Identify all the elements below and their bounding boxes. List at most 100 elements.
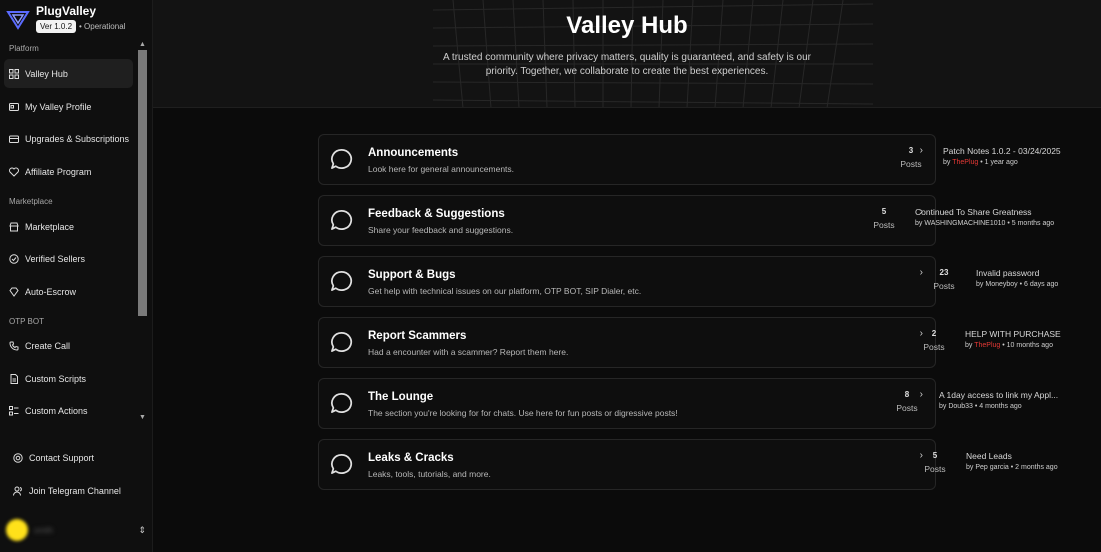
- forum-card[interactable]: Leaks & Cracks Leaks, tools, tutorials, a…: [318, 439, 1058, 490]
- sidebar-item-label: Create Call: [25, 340, 71, 351]
- forum-description: Get help with technical issues on our pl…: [368, 286, 642, 296]
- sidebar-nav: Platform Valley Hub My Valley Profile Up…: [0, 40, 137, 420]
- latest-post-author[interactable]: Moneyboy: [985, 281, 1017, 288]
- version-badge: Ver 1.0.2: [36, 20, 77, 33]
- post-count-number: 5: [881, 207, 887, 216]
- sidebar-item-label: Verified Sellers: [25, 253, 86, 264]
- avatar: [6, 519, 28, 541]
- sidebar-item-create-call[interactable]: Create Call: [4, 331, 133, 360]
- sidebar-item-custom-actions[interactable]: Custom Actions: [4, 396, 133, 420]
- id-card-icon: [9, 102, 19, 112]
- lifebuoy-icon: [13, 453, 23, 463]
- forum-card[interactable]: Feedback & Suggestions Share your feedbac…: [318, 195, 1054, 246]
- chevron-right-icon[interactable]: ›: [920, 145, 923, 156]
- latest-post-time: • 5 months ago: [1007, 220, 1055, 227]
- latest-post-time: • 6 days ago: [1019, 281, 1059, 288]
- page-title: Valley Hub: [566, 12, 688, 39]
- section-label-platform: Platform: [9, 44, 39, 53]
- chevron-right-icon[interactable]: ›: [920, 328, 923, 339]
- latest-post-author[interactable]: ThePlug: [952, 159, 978, 166]
- forum-description: Leaks, tools, tutorials, and more.: [368, 469, 491, 479]
- gem-icon: [9, 287, 19, 297]
- sidebar-item-label: My Valley Profile: [25, 101, 92, 112]
- sidebar-item-custom-scripts[interactable]: Custom Scripts: [4, 364, 133, 393]
- latest-by: by: [965, 342, 973, 349]
- forum-card[interactable]: Report Scammers Had a encounter with a sc…: [318, 317, 1061, 368]
- sidebar-item-valley-hub[interactable]: Valley Hub: [4, 59, 133, 88]
- sidebar-scrollbar[interactable]: ▲ ▼: [138, 40, 147, 422]
- forum-title[interactable]: Report Scammers: [368, 330, 466, 342]
- sidebar-item-label: Auto-Escrow: [25, 286, 77, 297]
- main-content: Valley Hub A trusted community where pri…: [153, 0, 1101, 552]
- post-count-label: Posts: [896, 403, 918, 413]
- chevron-right-icon[interactable]: ›: [920, 267, 923, 278]
- forum-title[interactable]: Feedback & Suggestions: [368, 208, 505, 220]
- sidebar-item-marketplace[interactable]: Marketplace: [4, 212, 133, 241]
- latest-post[interactable]: Need Leads by Pep garcia • 2 months ago: [966, 451, 1101, 471]
- latest-by: by: [966, 464, 974, 471]
- brand[interactable]: PlugValley Ver 1.0.2 • Operational: [6, 4, 125, 36]
- forum-description: Look here for general announcements.: [368, 164, 515, 174]
- forum-card[interactable]: Announcements Look here for general annou…: [318, 134, 1061, 185]
- chat-bubble-icon: [330, 331, 353, 354]
- chat-bubble-icon: [330, 148, 353, 171]
- sidebar-item-auto-escrow[interactable]: Auto-Escrow: [4, 277, 133, 306]
- latest-post-time: • 2 months ago: [1010, 464, 1058, 471]
- sidebar-item-upgrades[interactable]: Upgrades & Subscriptions: [4, 124, 133, 153]
- chevron-right-icon[interactable]: ›: [920, 450, 923, 461]
- latest-post[interactable]: Continued To Share Greatness by WASHINGMA…: [915, 207, 1065, 227]
- scroll-thumb[interactable]: [138, 50, 147, 316]
- chat-bubble-icon: [330, 209, 353, 232]
- latest-post[interactable]: Invalid password by Moneyboy • 6 days ago: [976, 268, 1101, 288]
- heart-icon: [9, 167, 19, 177]
- latest-post-author[interactable]: ThePlug: [974, 342, 1000, 349]
- scroll-down-icon[interactable]: ▼: [138, 413, 147, 422]
- chevron-updown-icon: ⇕: [138, 524, 146, 535]
- chat-bubble-icon: [330, 453, 353, 476]
- forum-description: The section you're looking for for chats…: [368, 408, 678, 418]
- grid-icon: [9, 68, 19, 79]
- forum-description: Had a encounter with a scammer? Report t…: [368, 347, 569, 357]
- sidebar-item-verified-sellers[interactable]: Verified Sellers: [4, 244, 133, 273]
- chevron-right-icon[interactable]: ›: [920, 389, 923, 400]
- page-subtitle: A trusted community where privacy matter…: [443, 52, 811, 77]
- join-telegram-link[interactable]: Join Telegram Channel: [10, 482, 145, 500]
- hero-banner: Valley Hub A trusted community where pri…: [153, 0, 1101, 108]
- latest-post-meta: by Pep garcia • 2 months ago: [966, 464, 1101, 471]
- latest-by: by: [976, 281, 984, 288]
- sidebar-item-label: Marketplace: [25, 221, 75, 232]
- contact-support-link[interactable]: Contact Support: [10, 449, 145, 467]
- forum-card[interactable]: The Lounge The section you're looking for…: [318, 378, 1058, 429]
- latest-post-author[interactable]: Pep garcia: [975, 464, 1008, 471]
- forum-title[interactable]: Support & Bugs: [368, 269, 456, 281]
- latest-post-title[interactable]: Need Leads: [966, 451, 1101, 461]
- latest-post[interactable]: A 1day access to link my Appl... by Doub3…: [939, 390, 1089, 410]
- section-label-marketplace: Marketplace: [9, 197, 53, 206]
- sidebar-item-affiliate[interactable]: Affiliate Program: [4, 157, 133, 186]
- latest-post-author[interactable]: WASHINGMACHINE1010: [924, 220, 1005, 227]
- chevron-right-icon[interactable]: ›: [920, 206, 923, 217]
- forum-title[interactable]: Announcements: [368, 147, 458, 159]
- latest-post-title[interactable]: Patch Notes 1.0.2 - 03/24/2025: [943, 146, 1093, 156]
- latest-post-title[interactable]: Invalid password: [976, 268, 1101, 278]
- brand-name: PlugValley: [36, 4, 97, 18]
- user-menu[interactable]: smith ⇕: [6, 518, 146, 542]
- post-count: 5 Posts: [864, 207, 904, 230]
- latest-post[interactable]: HELP WITH PURCHASE by ThePlug • 10 months…: [965, 329, 1101, 349]
- forum-title[interactable]: The Lounge: [368, 391, 433, 403]
- post-count-number: 3: [908, 146, 914, 155]
- sidebar-item-my-valley-profile[interactable]: My Valley Profile: [4, 92, 133, 121]
- latest-post[interactable]: Patch Notes 1.0.2 - 03/24/2025 by ThePlug…: [943, 146, 1093, 166]
- latest-post-title[interactable]: Continued To Share Greatness: [915, 207, 1065, 217]
- forum-card[interactable]: Support & Bugs Get help with technical is…: [318, 256, 1058, 307]
- latest-post-author[interactable]: Doub33: [948, 403, 973, 410]
- scroll-up-icon[interactable]: ▲: [138, 40, 147, 49]
- phone-icon: [9, 341, 19, 351]
- post-count-label: Posts: [923, 342, 945, 352]
- latest-post-title[interactable]: HELP WITH PURCHASE: [965, 329, 1101, 339]
- latest-post-title[interactable]: A 1day access to link my Appl...: [939, 390, 1089, 400]
- sidebar-item-label: Custom Actions: [25, 405, 88, 416]
- status-text: • Operational: [79, 22, 126, 31]
- forum-title[interactable]: Leaks & Cracks: [368, 452, 454, 464]
- post-count-number: 23: [939, 268, 949, 277]
